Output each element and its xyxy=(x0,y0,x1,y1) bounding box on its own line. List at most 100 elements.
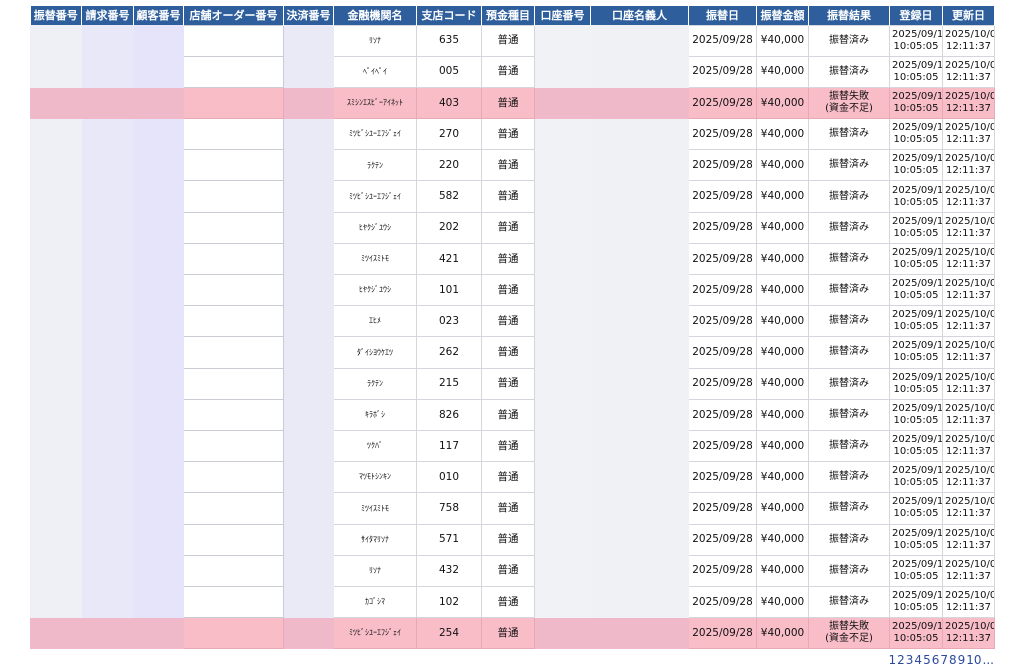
transfer-date-cell: 2025/09/28 xyxy=(688,211,757,244)
table-row[interactable]: ﾐﾂｲｽﾐﾄﾓ 421 普通 2025/09/28 ¥40,000 振替済み 2025/09… xyxy=(30,242,995,276)
registered-date-cell-line: 10:05:05 xyxy=(893,196,939,208)
column-header[interactable]: 振替番号 xyxy=(30,6,82,25)
updated-date-cell-line: 2025/10/02 xyxy=(945,465,994,477)
table-row[interactable]: ﾀﾞｲｼﾖｳｹｴﾂ 262 普通 2025/09/28 ¥40,000 振替済み 2025/… xyxy=(30,336,995,369)
updated-date-cell: 2025/10/0212:11:37 xyxy=(942,461,995,494)
transfer-number-cell xyxy=(30,118,82,151)
page-link[interactable]: 9 xyxy=(958,653,966,667)
table-row[interactable]: ｴﾋﾒ023普通2025/09/28¥40,000振替済み2025/09/181… xyxy=(30,305,995,338)
page-link[interactable]: 10 xyxy=(966,653,981,667)
table-row[interactable]: ﾐﾂﾋﾞｼﾕｰｴﾌｼﾞｪｲ 582 普通 2025/09/28 ¥40,000 振替済み 2… xyxy=(30,180,995,213)
updated-date-cell: 2025/10/0212:11:37 xyxy=(942,523,995,556)
transfer-result-cell-line: 振替済み xyxy=(829,346,869,358)
table-row[interactable]: ﾗｸﾃﾝ220普通 2025/09/28¥40,000 振替済み 2025/09/18… xyxy=(30,149,995,182)
table-row[interactable]: ﾍﾟｲﾍﾟｲ 005 普通 2025/09/28 ¥40,000 振替済み 2025/09/… xyxy=(30,55,995,88)
updated-date-cell-line: 2025/10/02 xyxy=(945,153,994,165)
page-link[interactable]: ... xyxy=(983,653,994,667)
registered-date-cell-line: 2025/09/18 xyxy=(892,28,942,40)
payment-number-cell xyxy=(283,273,334,307)
transfer-result-cell-line: 振替済み xyxy=(829,65,869,77)
transfer-date-cell: 2025/09/28 xyxy=(688,461,757,494)
column-header[interactable]: 振替日 xyxy=(688,6,757,25)
table-row[interactable]: ﾐﾂﾋﾞｼﾕｰｴﾌｼﾞｪｲ 270 普通 2025/09/28 ¥40,000 振替済み 2… xyxy=(30,118,995,151)
table-row[interactable]: ﾐﾂｲｽﾐﾄﾓ 758 普通 2025/09/28 ¥40,000 振替済み 2025/09… xyxy=(30,492,995,525)
page-link[interactable]: 4 xyxy=(914,653,922,667)
registered-date-cell-line: 10:05:05 xyxy=(893,633,939,645)
page-link[interactable]: 8 xyxy=(949,653,957,667)
page-link[interactable]: 1 xyxy=(889,653,897,667)
transfer-amount-cell: ¥40,000 xyxy=(756,24,809,57)
page-link[interactable]: 3 xyxy=(906,653,914,667)
page-link[interactable]: 5 xyxy=(923,653,931,667)
store-order-number-cell xyxy=(183,617,284,650)
updated-date-cell-line: 12:11:37 xyxy=(946,258,991,270)
updated-date-cell-line: 12:11:37 xyxy=(946,102,991,114)
table-row[interactable]: ｷﾗﾎﾞｼ 826 普通 2025/09/28 ¥40,000 振替済み 2025/09/1… xyxy=(30,398,995,431)
table-row[interactable]: ﾘｿﾅ635普通2025/09/28¥40,000振替済み2025/09/181… xyxy=(30,24,995,57)
payment-number-cell xyxy=(283,24,334,57)
transfer-date-cell: 2025/09/28 xyxy=(688,86,757,120)
registered-date-cell: 2025/09/1810:05:05 xyxy=(889,118,943,151)
registered-date-cell-line: 10:05:05 xyxy=(893,290,939,302)
customer-number-cell xyxy=(133,211,184,244)
column-header[interactable]: 店舗オーダー番号 xyxy=(183,6,284,25)
column-header[interactable]: 更新日 xyxy=(942,6,995,25)
column-header[interactable]: 振替金額 xyxy=(756,6,809,25)
column-header[interactable]: 振替結果 xyxy=(808,6,890,25)
table-row[interactable]: ﾋﾔｸｼﾞﾕｳｼ 101 普通 2025/09/28 ¥40,000 振替済み 2025/0… xyxy=(30,273,995,307)
transfer-amount-cell: ¥40,000 xyxy=(756,585,809,619)
column-header[interactable]: 口座番号 xyxy=(534,6,591,25)
customer-number-cell xyxy=(133,617,184,650)
store-order-number-cell xyxy=(183,554,284,587)
transfer-amount-cell: ¥40,000 xyxy=(756,461,809,494)
table-row[interactable]: ﾗｸﾃﾝ215普通 2025/09/28¥40,000 振替済み 2025/09/18… xyxy=(30,367,995,400)
column-header[interactable]: 請求番号 xyxy=(81,6,134,25)
table-row[interactable]: ﾋﾔｸｼﾞﾕｳｼ 202 普通 2025/09/28 ¥40,000 振替済み 2025/0… xyxy=(30,211,995,244)
account-holder-cell xyxy=(590,305,689,338)
updated-date-cell: 2025/10/0212:11:37 xyxy=(942,211,995,244)
column-header[interactable]: 顧客番号 xyxy=(133,6,184,25)
table-row[interactable]: ﾐﾂﾋﾞｼﾕｰｴﾌｼﾞｪｲ 254 普通 2025/09/28 ¥40,000 振替失敗(… xyxy=(30,617,995,650)
page-link[interactable]: 2 xyxy=(897,653,905,667)
transfer-result-cell-line: 振替失敗 xyxy=(829,90,869,102)
table-row[interactable]: ｽﾐｼﾝｴｽﾋﾞｰｱｲﾈｯﾄ 403 普通 2025/09/28 ¥40,000 振替失敗… xyxy=(30,86,995,120)
transfer-result-cell-line: 振替済み xyxy=(829,128,869,140)
registered-date-cell: 2025/09/1810:05:05 xyxy=(889,554,943,587)
account-holder-cell xyxy=(590,367,689,400)
transfer-number-cell xyxy=(30,585,82,619)
registered-date-cell-line: 10:05:05 xyxy=(893,165,939,177)
column-header[interactable]: 口座名義人 xyxy=(590,6,689,25)
column-header[interactable]: 預金種目 xyxy=(481,6,535,25)
transfer-date-cell: 2025/09/28 xyxy=(688,305,757,338)
invoice-number-cell xyxy=(81,398,134,431)
transfer-date-cell: 2025/09/28 xyxy=(688,523,757,556)
transfer-number-cell xyxy=(30,492,82,525)
updated-date-cell-line: 12:11:37 xyxy=(946,165,991,177)
registered-date-cell: 2025/09/1810:05:05 xyxy=(889,336,943,369)
table-row[interactable]: ﾏﾂﾓﾄｼﾝｷﾝ 010 普通 2025/09/28 ¥40,000 振替済み 2025/0… xyxy=(30,461,995,494)
table-row[interactable]: ｻｲﾀﾏﾘｿﾅ 571 普通 2025/09/28 ¥40,000 振替済み 2025/09… xyxy=(30,523,995,556)
branch-code-cell: 582 xyxy=(416,180,482,213)
store-order-number-cell xyxy=(183,461,284,494)
customer-number-cell xyxy=(133,429,184,463)
column-header[interactable]: 登録日 xyxy=(889,6,943,25)
payment-number-cell xyxy=(283,149,334,182)
transfer-result-cell-line: (資金不足) xyxy=(825,102,873,114)
column-header[interactable]: 金融機関名 xyxy=(333,6,417,25)
transfer-number-cell xyxy=(30,367,82,400)
table-row[interactable]: ｶｺﾞｼﾏ 102 普通 2025/09/28 ¥40,000 振替済み 2025/09/1… xyxy=(30,585,995,619)
account-holder-cell xyxy=(590,523,689,556)
updated-date-cell-line: 12:11:37 xyxy=(946,227,991,239)
transfer-date-cell: 2025/09/28 xyxy=(688,367,757,400)
customer-number-cell xyxy=(133,492,184,525)
table-row[interactable]: ﾘｿﾅ432普通2025/09/28¥40,000振替済み2025/09/181… xyxy=(30,554,995,587)
column-header[interactable]: 支店コード xyxy=(416,6,482,25)
table-row[interactable]: ﾂｸﾊﾞ117普通 2025/09/28¥40,000 振替済み 2025/09/18… xyxy=(30,429,995,463)
registered-date-cell: 2025/09/1810:05:05 xyxy=(889,429,943,463)
invoice-number-cell xyxy=(81,492,134,525)
column-header[interactable]: 決済番号 xyxy=(283,6,334,25)
page-link[interactable]: 6 xyxy=(932,653,940,667)
invoice-number-cell xyxy=(81,305,134,338)
deposit-type-cell: 普通 xyxy=(481,273,535,307)
page-link[interactable]: 7 xyxy=(940,653,948,667)
